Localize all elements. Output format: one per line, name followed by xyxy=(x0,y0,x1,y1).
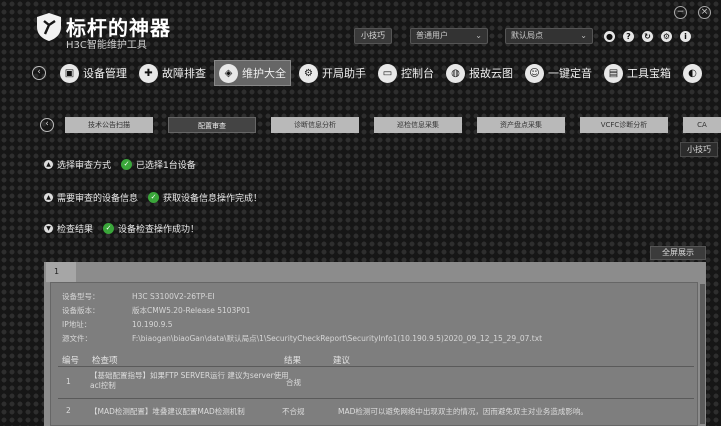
app-logo-icon xyxy=(37,13,61,41)
main-menu: ‹ ▣ 设备管理 ✚ 故障排查 ◈ 维护大全 ⚙ 开局助手 ▭ 控制台 ◍ 报故云图 ☺ 一键… xyxy=(32,60,714,86)
tabs-prev-icon[interactable]: ‹ xyxy=(40,118,54,132)
tab-inspection[interactable]: 巡检信息采集 xyxy=(374,117,462,133)
step-label: 检查结果 xyxy=(57,225,94,235)
menu-item-setup-assistant[interactable]: ⚙ 开局助手 xyxy=(295,60,370,86)
check-icon: ✓ xyxy=(103,223,115,234)
tab-config-audit[interactable]: 配置审查 xyxy=(168,117,256,133)
step-device-info[interactable]: ▲ 需要审查的设备信息 ✓ 获取设备信息操作完成！ xyxy=(44,191,262,204)
device-model-row: 设备型号： H3C S3100V2-26TP-EI xyxy=(62,291,215,302)
chevron-down-icon: ⌄ xyxy=(475,31,482,40)
device-ip-row: IP地址： 10.190.9.5 xyxy=(62,319,173,330)
settings-icon[interactable]: ⚙ xyxy=(661,31,672,42)
fullscreen-button[interactable]: 全屏展示 xyxy=(650,246,706,260)
step-check-result[interactable]: ▼ 检查结果 ✓ 设备检查操作成功！ xyxy=(44,222,199,235)
divider xyxy=(58,398,694,399)
info-key: 设备型号： xyxy=(62,292,100,301)
menu-item-troubleshoot[interactable]: ✚ 故障排查 xyxy=(135,60,210,86)
menu-item-extra[interactable]: ◐ xyxy=(679,60,710,86)
chevron-up-icon: ▲ xyxy=(44,193,53,202)
step-status: 已选择1台设备 xyxy=(136,161,196,171)
device-version-row: 设备版本： 版本CMW5.20-Release 5103P01 xyxy=(62,305,250,316)
cell-no: 2 xyxy=(66,406,71,415)
refresh-icon[interactable]: ↻ xyxy=(642,31,653,42)
person-icon: ☺ xyxy=(525,63,544,83)
scrollbar[interactable] xyxy=(700,284,705,424)
menu-item-device-management[interactable]: ▣ 设备管理 xyxy=(56,60,131,86)
tab-vcfc[interactable]: VCFC诊断分析 xyxy=(580,117,668,133)
table-row[interactable]: 1 【基础配置指导】如果FTP SERVER运行 建议为server使用acl控… xyxy=(58,368,694,397)
tab-ca[interactable]: CA xyxy=(683,117,721,133)
chevron-down-icon: ⌄ xyxy=(580,31,587,40)
cell-advice: MAD检测可以避免网络中出现双主的情况，因而避免双主对业务造成影响。 xyxy=(338,407,588,416)
col-header-no: 编号 xyxy=(62,356,80,366)
menu-label: 维护大全 xyxy=(242,67,286,80)
menu-label: 控制台 xyxy=(401,67,434,80)
menu-label: 报故云图 xyxy=(469,67,513,80)
tab-tech-bulletin[interactable]: 技术公告扫描 xyxy=(65,117,153,133)
step-select-method[interactable]: ▲ 选择审查方式 ✓ 已选择1台设备 xyxy=(44,158,196,171)
chart-icon: ◐ xyxy=(683,63,702,83)
help-icon[interactable]: ? xyxy=(623,31,634,42)
menu-item-maintenance[interactable]: ◈ 维护大全 xyxy=(214,60,291,86)
menu-item-one-click[interactable]: ☺ 一键定音 xyxy=(521,60,596,86)
info-key: 设备版本： xyxy=(62,306,100,315)
cell-item: 【MAD检测配置】堆叠建议配置MAD检测机制 xyxy=(90,407,245,416)
info-key: IP地址： xyxy=(62,320,92,329)
user-icon[interactable]: ● xyxy=(604,31,615,42)
tab-diagnosis[interactable]: 诊断信息分析 xyxy=(271,117,359,133)
col-header-result: 结果 xyxy=(284,356,302,366)
info-value: 版本CMW5.20-Release 5103P01 xyxy=(132,306,251,315)
col-header-advice: 建议 xyxy=(333,356,351,366)
tips-popup: 小技巧 xyxy=(680,142,718,157)
source-file-row: 源文件： F:\biaogan\biaoGan\data\默认局点\1\Secur… xyxy=(62,333,542,344)
info-value: F:\biaogan\biaoGan\data\默认局点\1\SecurityC… xyxy=(132,334,543,343)
site-select[interactable]: 默认局点 ⌄ xyxy=(505,28,593,44)
device-icon: ▣ xyxy=(60,63,79,83)
gear-icon: ⚙ xyxy=(299,63,318,83)
step-label: 需要审查的设备信息 xyxy=(57,194,139,204)
user-select[interactable]: 普通用户 ⌄ xyxy=(410,28,488,44)
menu-label: 工具宝箱 xyxy=(627,67,671,80)
globe-icon: ◍ xyxy=(446,63,465,83)
check-icon: ✓ xyxy=(121,159,133,170)
tips-button[interactable]: 小技巧 xyxy=(354,28,392,44)
info-key: 源文件： xyxy=(62,334,92,343)
info-value: H3C S3100V2-26TP-EI xyxy=(132,292,215,301)
step-status: 获取设备信息操作完成！ xyxy=(163,194,263,204)
menu-label: 设备管理 xyxy=(83,67,127,80)
menu-label: 故障排查 xyxy=(162,67,206,80)
col-header-item: 检查项 xyxy=(92,356,118,366)
cell-result: 合规 xyxy=(286,378,301,387)
cell-item: 【基础配置指导】如果FTP SERVER运行 建议为server使用acl控制 xyxy=(90,371,289,390)
cell-result: 不合规 xyxy=(282,407,305,416)
divider xyxy=(58,366,694,367)
user-select-value: 普通用户 xyxy=(416,31,448,40)
chevron-up-icon: ▲ xyxy=(44,160,53,169)
tab-asset[interactable]: 资产盘点采集 xyxy=(477,117,565,133)
step-label: 选择审查方式 xyxy=(57,161,112,171)
info-value: 10.190.9.5 xyxy=(132,320,173,329)
toolbox-icon: ▤ xyxy=(604,63,623,83)
console-icon: ▭ xyxy=(378,63,397,83)
menu-prev-icon[interactable]: ‹ xyxy=(32,66,46,80)
minimize-icon[interactable]: − xyxy=(674,6,687,19)
result-tab[interactable]: 1 xyxy=(46,262,76,282)
table-row[interactable]: 2 【MAD检测配置】堆叠建议配置MAD检测机制 不合规 MAD检测可以避免网络… xyxy=(58,400,694,422)
info-icon[interactable]: i xyxy=(680,31,691,42)
site-select-value: 默认局点 xyxy=(511,31,543,40)
shield-icon: ◈ xyxy=(219,63,238,83)
cell-no: 1 xyxy=(66,377,71,386)
menu-label: 开局助手 xyxy=(322,67,366,80)
menu-item-console[interactable]: ▭ 控制台 xyxy=(374,60,438,86)
menu-item-toolbox[interactable]: ▤ 工具宝箱 xyxy=(600,60,675,86)
check-icon: ✓ xyxy=(148,192,160,203)
menu-item-cloud[interactable]: ◍ 报故云图 xyxy=(442,60,517,86)
step-status: 设备检查操作成功！ xyxy=(118,225,200,235)
app-subtitle: H3C智能维护工具 xyxy=(66,40,147,51)
menu-label: 一键定音 xyxy=(548,67,592,80)
chevron-down-icon: ▼ xyxy=(44,224,53,233)
close-icon[interactable]: × xyxy=(698,6,711,19)
troubleshoot-icon: ✚ xyxy=(139,63,158,83)
